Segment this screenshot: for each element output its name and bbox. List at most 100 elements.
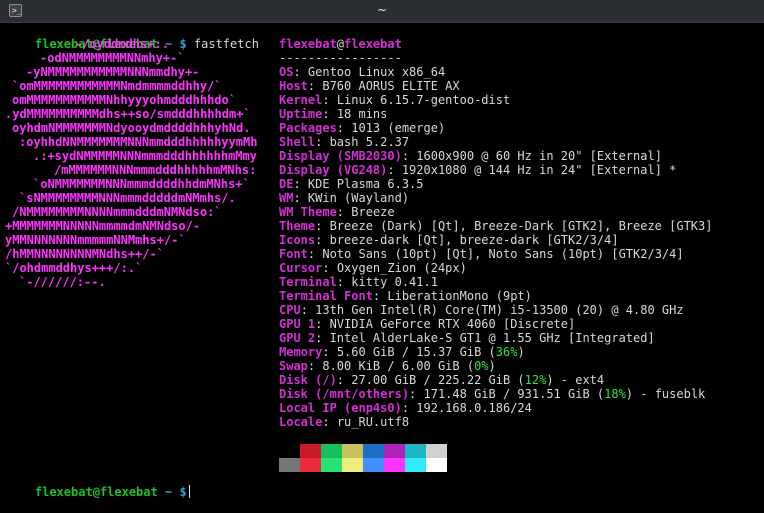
info-value: Intel AlderLake-S GT1 @ 1.55 GHz [Integr… — [329, 331, 655, 345]
palette-swatch — [342, 444, 363, 458]
info-row: Disk (/): 27.00 GiB / 225.22 GiB (12%) -… — [279, 373, 605, 387]
info-value: LiberationMono (9pt) — [387, 289, 532, 303]
info-percent: 36% — [495, 345, 518, 359]
info-row: Locale: ru_RU.utf8 — [279, 415, 410, 429]
info-value: bash 5.2.37 — [329, 135, 410, 149]
logo-line: oyhdmNMMMMMMMNdyooydmddddhhhyhNd. — [12, 121, 251, 135]
palette-swatch — [405, 444, 426, 458]
terminal-area[interactable]: flexebat@flexebat ~ $ fastfetch -/oyddmd… — [0, 23, 764, 509]
logo-line: `/ohdmmddhys+++/:.` — [5, 261, 143, 275]
info-row: Font: Noto Sans (10pt) [Qt], Noto Sans (… — [279, 247, 684, 261]
palette-swatch — [300, 444, 321, 458]
info-row: WM Theme: Breeze — [279, 205, 395, 219]
info-key: Icons — [279, 233, 316, 247]
info-row: Cursor: Oxygen_Zion (24px) — [279, 261, 467, 275]
palette-swatch — [363, 444, 384, 458]
info-value: Breeze (Dark) [Qt], Breeze-Dark [GTK2], … — [329, 219, 713, 233]
palette-swatch — [405, 458, 426, 472]
info-key: DE — [279, 177, 294, 191]
logo-line: .ydMMMMMMMMMMdhs++so/smdddhhhhdm+` — [5, 107, 251, 121]
info-value: B760 AORUS ELITE AX — [322, 79, 460, 93]
info-percent: 18% — [604, 387, 626, 401]
window-titlebar[interactable]: >_ ~ — [0, 0, 764, 23]
logo-line: /NMMMMMMMMNNNNmmmdddmNMNdso:` — [12, 205, 222, 219]
logo-line: -yNMMMMMMMMMMMNNNmmdhy+- — [26, 65, 200, 79]
info-key: Local IP (enp4s0) — [279, 401, 402, 415]
info-value: 1600x900 @ 60 Hz in 20" [External] — [416, 149, 662, 163]
prompt-command: fastfetch — [193, 37, 259, 51]
info-row: OS: Gentoo Linux x86_64 — [279, 65, 446, 79]
info-row: WM: KWin (Wayland) — [279, 191, 410, 205]
prompt-dir: ~ — [164, 485, 173, 499]
logo-line: :oyhhdNNMMMMMMMNNNmmdddhhhhhyymMh — [19, 135, 258, 149]
info-value: breeze-dark [Qt], breeze-dark [GTK2/3/4] — [329, 233, 619, 247]
info-row: Host: B760 AORUS ELITE AX — [279, 79, 460, 93]
info-key: WM Theme — [279, 205, 337, 219]
palette-swatch — [300, 458, 321, 472]
logo-line: -/oyddmdhs+:. — [75, 37, 169, 51]
info-row: Packages: 1013 (emerge) — [279, 121, 446, 135]
info-row: DE: KDE Plasma 6.3.5 — [279, 177, 424, 191]
logo-line: omMMMMMMMMMMMNhhyyyohmdddhhhdo` — [12, 93, 236, 107]
info-key: Display (VG248) — [279, 163, 388, 177]
palette-swatch — [321, 458, 342, 472]
info-key: Shell — [279, 135, 316, 149]
prompt-symbol: $ — [179, 485, 187, 499]
logo-line: `-//////:--. — [19, 275, 106, 289]
info-key: Locale — [279, 415, 323, 429]
info-row: Disk (/mnt/others): 171.48 GiB / 931.51 … — [279, 387, 706, 401]
info-percent: 0% — [474, 359, 489, 373]
info-key: GPU 1 — [279, 317, 316, 331]
info-value: ru_RU.utf8 — [336, 415, 410, 429]
info-value: kitty 0.41.1 — [351, 275, 438, 289]
info-key: Terminal Font — [279, 289, 373, 303]
logo-line: `sNMMMMMMMMNNNmmmdddddmNMmhs/. — [19, 191, 236, 205]
info-value: KWin (Wayland) — [307, 191, 410, 205]
info-value: Breeze — [351, 205, 395, 219]
info-key: Cursor — [279, 261, 323, 275]
logo-line: -odNMMMMMMMMNNmhy+-` — [40, 51, 185, 65]
palette-swatch — [321, 444, 342, 458]
info-row: Uptime: 18 mins — [279, 107, 388, 121]
info-row: GPU 1: NVIDIA GeForce RTX 4060 [Discrete… — [279, 317, 576, 331]
palette-swatch — [342, 458, 363, 472]
palette-swatch — [384, 444, 405, 458]
logo-line: yMMNNNNNNNmmmmmNNMmhs+/-` — [5, 233, 186, 247]
info-key: OS — [279, 65, 294, 79]
info-key: Memory — [279, 345, 323, 359]
info-value: 13th Gen Intel(R) Core(TM) i5-13500 (20)… — [315, 303, 684, 317]
info-value: KDE Plasma 6.3.5 — [307, 177, 424, 191]
header-user: flexebat — [279, 37, 337, 51]
window-title: ~ — [376, 3, 388, 17]
logo-line: /mMMMMMMNNNmmmdddhhhhhmMNhs: — [54, 163, 257, 177]
palette-swatch — [426, 458, 447, 472]
prompt-line-2[interactable]: flexebat@flexebat ~ $ — [6, 471, 190, 499]
info-key: Terminal — [279, 275, 337, 289]
info-row: Display (SMB2030): 1600x900 @ 60 Hz in 2… — [279, 149, 662, 163]
info-percent: 12% — [524, 373, 547, 387]
info-value: 27.00 GiB / 225.22 GiB ( — [351, 373, 525, 387]
header-at: @ — [336, 37, 345, 51]
info-row: Memory: 5.60 GiB / 15.37 GiB (36%) — [279, 345, 525, 359]
info-value: 171.48 GiB / 931.51 GiB ( — [423, 387, 605, 401]
info-row: Display (VG248): 1920x1080 @ 144 Hz in 2… — [279, 163, 677, 177]
palette-swatch — [279, 444, 300, 458]
info-row: Terminal Font: LiberationMono (9pt) — [279, 289, 532, 303]
palette-swatch — [426, 444, 447, 458]
info-key: Disk (/mnt/others) — [279, 387, 410, 401]
info-key: Host — [279, 79, 308, 93]
info-value: 192.168.0.186/24 — [416, 401, 532, 415]
text-cursor — [188, 485, 190, 498]
info-value: 5.60 GiB / 15.37 GiB ( — [336, 345, 496, 359]
info-key: Swap — [279, 359, 308, 373]
info-row: Terminal: kitty 0.41.1 — [279, 275, 438, 289]
info-value: 18 mins — [336, 107, 388, 121]
palette-swatch — [363, 458, 384, 472]
info-key: GPU 2 — [279, 331, 316, 345]
info-row: GPU 2: Intel AlderLake-S GT1 @ 1.55 GHz … — [279, 331, 655, 345]
logo-line: /hMMNNNNNNNNMNdhs++/-` — [5, 247, 164, 261]
prompt-symbol: $ — [179, 37, 187, 51]
prompt-line-1: flexebat@flexebat ~ $ fastfetch — [6, 23, 259, 51]
info-row: CPU: 13th Gen Intel(R) Core(TM) i5-13500… — [279, 303, 684, 317]
info-row: Icons: breeze-dark [Qt], breeze-dark [GT… — [279, 233, 619, 247]
